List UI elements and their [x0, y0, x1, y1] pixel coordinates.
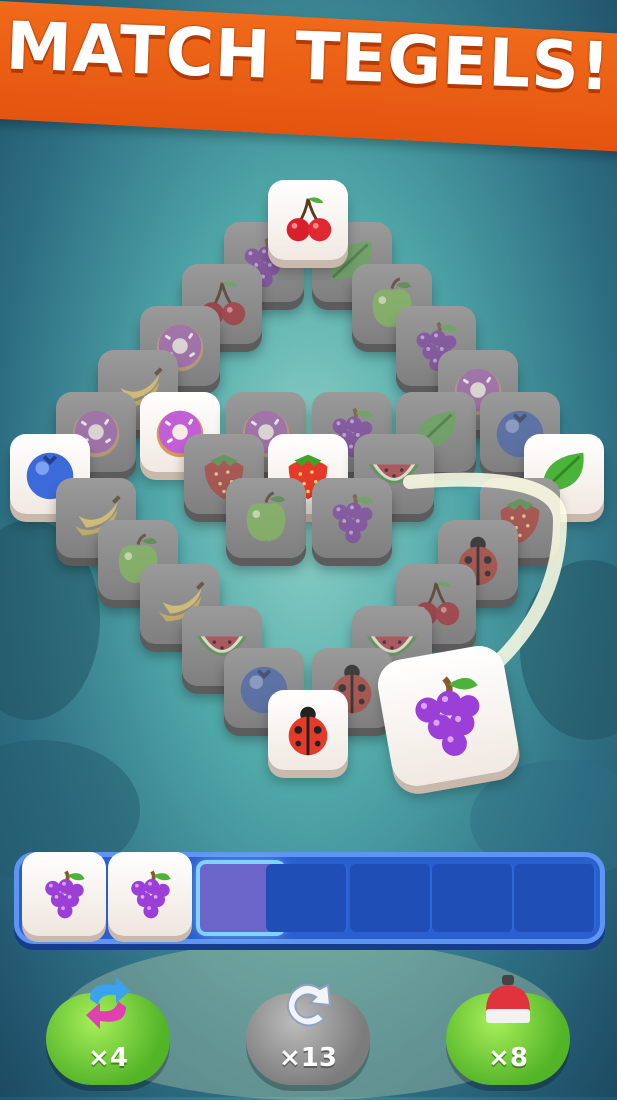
tray-slot: [350, 864, 432, 932]
grape-icon: [45, 870, 85, 919]
undo-icon: [276, 971, 340, 1035]
tile-cherry[interactable]: [268, 180, 348, 260]
tray-tile-grape: [108, 852, 192, 936]
apple-icon: [246, 491, 286, 542]
undo-count: ×13: [279, 1043, 337, 1073]
undo-powerup-button[interactable]: ×13: [246, 983, 370, 1085]
tray-slot: [514, 864, 596, 932]
shuffle-icon: [76, 971, 140, 1035]
grape-icon: [332, 493, 374, 544]
tile-grape: [312, 478, 392, 558]
magnet-powerup-button[interactable]: ×8: [446, 975, 570, 1085]
magnet-icon: [476, 971, 540, 1035]
magnet-count: ×8: [488, 1043, 528, 1073]
shuffle-powerup-button[interactable]: ×4: [46, 977, 170, 1085]
tray-slot: [266, 864, 348, 932]
grape-icon: [415, 676, 480, 756]
tile-ladybug[interactable]: [268, 690, 348, 770]
ladybug-icon: [288, 706, 328, 756]
tray-tile-grape: [22, 852, 106, 936]
tile-apple: [226, 478, 306, 558]
cherry-icon: [286, 197, 332, 242]
flying-tile-grape: [373, 641, 523, 791]
grape-icon: [131, 870, 171, 919]
tray-slot: [432, 864, 514, 932]
shuffle-count: ×4: [88, 1043, 128, 1073]
match-tray: [14, 852, 605, 944]
seafloor-rock: [520, 560, 617, 740]
